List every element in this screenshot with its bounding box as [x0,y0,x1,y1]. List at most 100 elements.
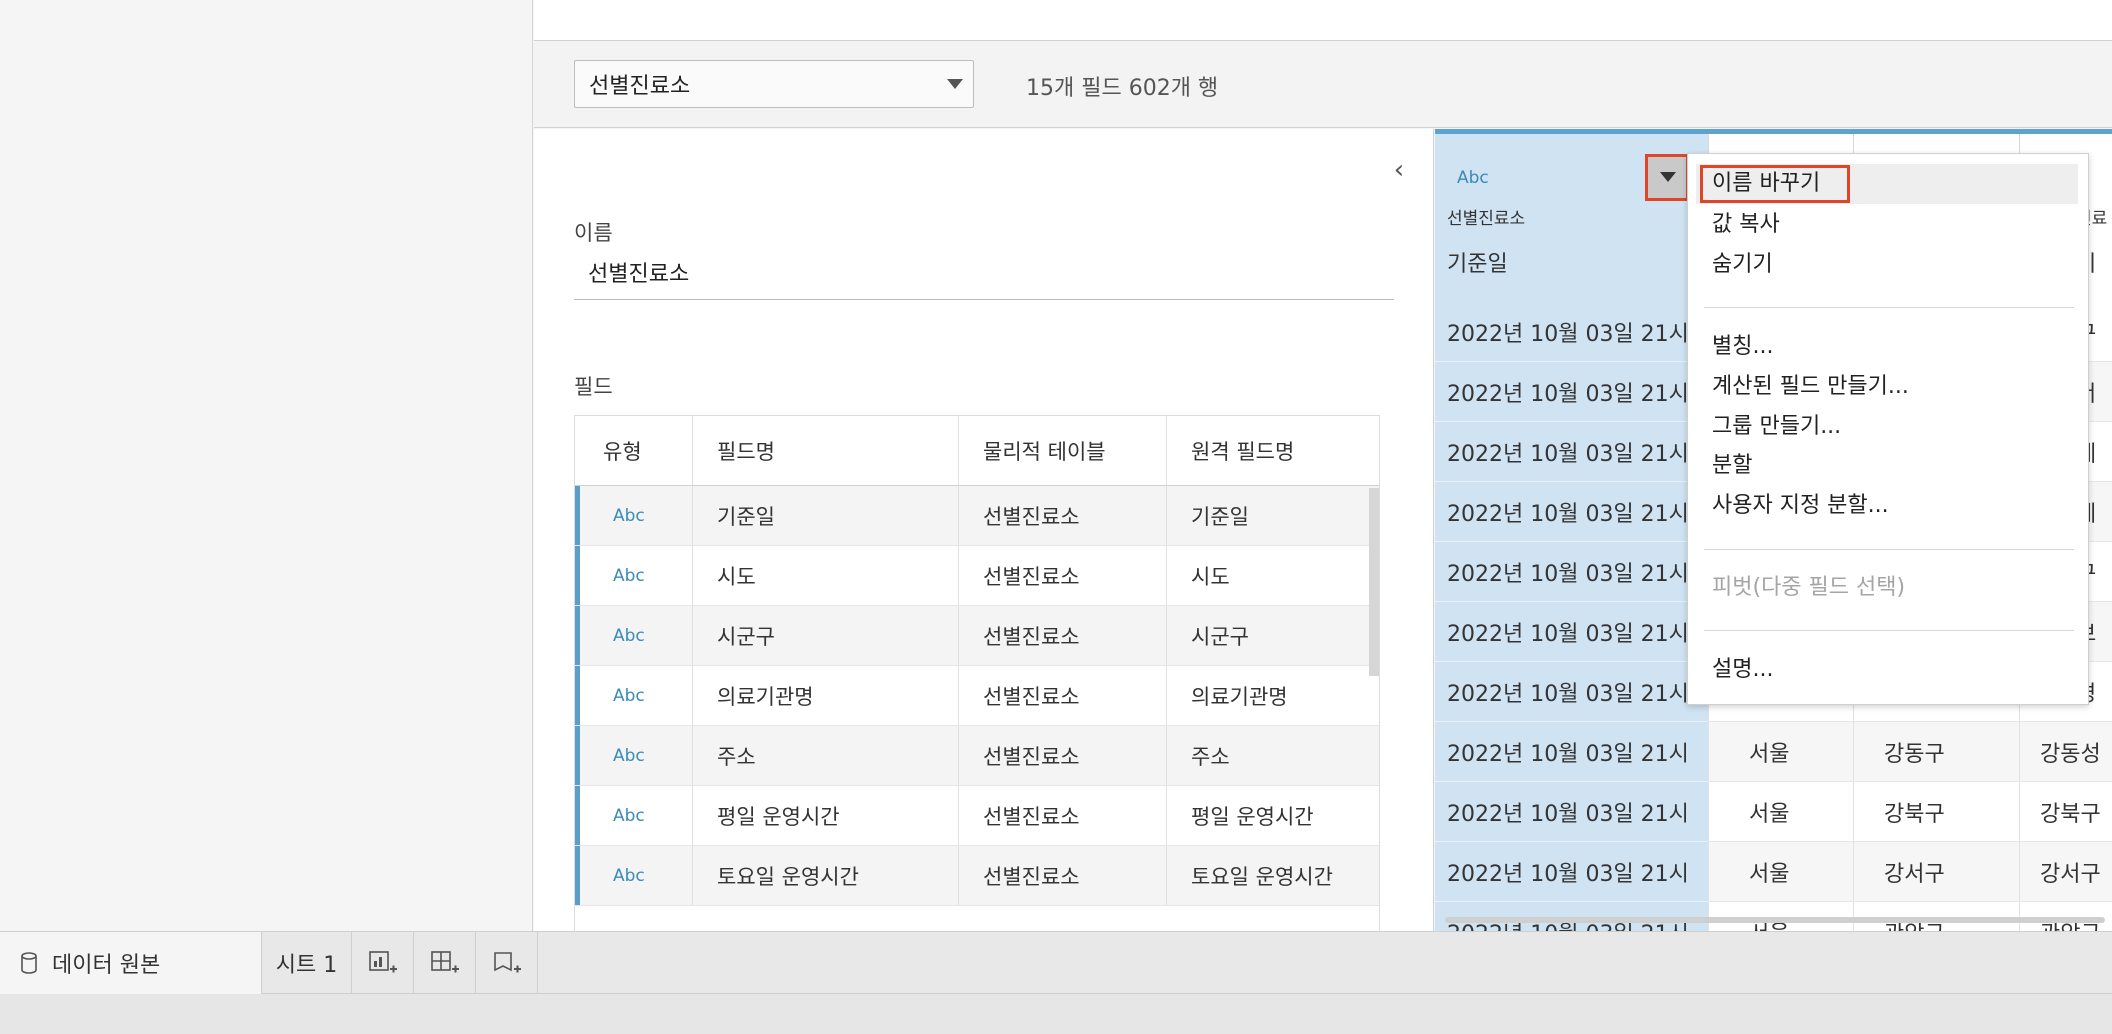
remote-field-cell: 토요일 운영시간 [1191,864,1333,889]
table-row[interactable]: Abc 평일 운영시간 선별진료소 평일 운영시간 [575,786,1379,846]
field-name-cell[interactable]: 기준일 [693,486,959,545]
grid-horizontal-scrollbar[interactable] [1445,917,2105,923]
grid-cell[interactable]: 강북구 [1854,782,2020,842]
field-name-cell[interactable]: 토요일 운영시간 [693,846,959,905]
physical-table-cell: 선별진료소 [959,486,1167,545]
type-cell[interactable]: Abc [575,546,693,605]
grid-cell[interactable]: 2022년 10월 03일 21시 [1435,662,1709,722]
menu-item-describe[interactable]: 설명... [1688,650,2088,690]
new-worksheet-icon [368,951,397,973]
remote-field-cell: 평일 운영시간 [1191,804,1314,829]
grid-cell[interactable]: 2022년 10월 03일 21시 [1435,362,1709,422]
fields-table-scrollbar[interactable] [1369,488,1379,676]
table-row[interactable]: Abc 시도 선별진료소 시도 [575,546,1379,606]
tab-sheet-1[interactable]: 시트 1 [262,932,352,994]
menu-item-copy-values[interactable]: 값 복사 [1688,205,2088,245]
table-row[interactable]: 2022년 10월 03일 21시 서울 강동구 강동성 [1435,722,2112,782]
grid-cell[interactable]: 서울 [1709,842,1854,902]
field-name-cell[interactable]: 주소 [693,726,959,785]
physical-table-cell: 선별진료소 [959,546,1167,605]
field-row-summary: 15개 필드 602개 행 [1026,76,1219,101]
row-indicator [575,606,580,665]
tab-data-source[interactable]: 데이터 원본 [0,932,262,994]
grid-cell[interactable]: 강동성 [2020,722,2112,782]
type-cell[interactable]: Abc [575,606,693,665]
grid-cell[interactable]: 2022년 10월 03일 21시 [1435,602,1709,662]
tab-data-source-label: 데이터 원본 [52,953,161,978]
table-row[interactable]: Abc 시군구 선별진료소 시군구 [575,606,1379,666]
new-story-button[interactable] [476,932,538,994]
column-header-field-name[interactable]: 필드명 [693,416,959,485]
field-name-cell[interactable]: 시군구 [693,606,959,665]
grid-cell[interactable]: 2022년 10월 03일 21시 [1435,842,1709,902]
physical-table-cell: 선별진료소 [959,726,1167,785]
column-header-type[interactable]: 유형 [575,416,693,485]
remote-field-cell: 주소 [1191,744,1230,769]
grid-cell[interactable]: 강서구 [2020,842,2112,902]
table-row[interactable]: Abc 기준일 선별진료소 기준일 [575,486,1379,546]
grid-cell[interactable]: 강동구 [1854,722,2020,782]
grid-cell[interactable]: 강서구 [1854,842,2020,902]
new-dashboard-icon [430,951,459,973]
new-worksheet-button[interactable] [352,932,414,994]
row-indicator [575,486,580,545]
table-row[interactable]: 2022년 10월 03일 21시 서울 강서구 강서구 [1435,842,2112,902]
field-name-cell[interactable]: 평일 운영시간 [693,786,959,845]
physical-table-cell: 선별진료소 [959,606,1167,665]
grid-cell[interactable]: 2022년 10월 03일 21시 [1435,782,1709,842]
chevron-left-icon[interactable]: ‹ [1384,155,1414,185]
type-cell[interactable]: Abc [575,846,693,905]
menu-item-pivot: 피벗(다중 필드 선택) [1712,575,1906,600]
grid-cell[interactable]: 2022년 10월 03일 21시 [1435,482,1709,542]
menu-item-custom-split[interactable]: 사용자 지정 분할... [1688,486,2088,526]
grid-cell[interactable]: 서울 [1709,782,1854,842]
menu-item-aliases[interactable]: 별칭... [1688,327,2088,367]
table-row[interactable]: 2022년 10월 03일 21시 서울 강북구 강북구 [1435,782,2112,842]
type-cell[interactable]: Abc [575,486,693,545]
grid-cell[interactable]: 2022년 10월 03일 21시 [1435,302,1709,362]
table-select-value: 선별진료소 [589,74,691,99]
top-canvas [534,0,2112,41]
physical-table-cell: 선별진료소 [959,846,1167,905]
chevron-down-icon [1660,172,1676,182]
grid-cell[interactable]: 2022년 10월 03일 21시 [1435,422,1709,482]
column-header-physical-table[interactable]: 물리적 테이블 [959,416,1167,485]
menu-separator [1704,307,2074,308]
left-sidebar [0,0,533,931]
remote-field-cell: 의료기관명 [1191,684,1288,709]
table-row[interactable]: Abc 토요일 운영시간 선별진료소 토요일 운영시간 [575,846,1379,906]
new-dashboard-button[interactable] [414,932,476,994]
column-type-label: Abc [1457,168,1489,188]
rename-highlight-outline [1700,165,1850,203]
menu-item-split[interactable]: 분할 [1688,446,2088,486]
grid-cell[interactable]: 2022년 10월 03일 21시 [1435,722,1709,782]
menu-separator [1704,630,2074,631]
remote-field-cell: 시군구 [1191,624,1249,649]
column-name-label: 기준일 [1447,252,1508,277]
grid-cell[interactable]: 서울 [1709,722,1854,782]
type-cell[interactable]: Abc [575,786,693,845]
column-header-remote-field[interactable]: 원격 필드명 [1167,416,1379,485]
table-select-dropdown[interactable]: 선별진료소 [574,60,974,108]
grid-cell[interactable]: 강북구 [2020,782,2112,842]
grid-cell[interactable]: 2022년 10월 03일 21시 [1435,542,1709,602]
table-row[interactable]: Abc 주소 선별진료소 주소 [575,726,1379,786]
table-row[interactable]: Abc 의료기관명 선별진료소 의료기관명 [575,666,1379,726]
column-menu-dropdown-button[interactable] [1645,154,1689,201]
type-cell[interactable]: Abc [575,666,693,725]
menu-item-create-calculated-field[interactable]: 계산된 필드 만들기... [1688,367,2088,407]
row-indicator [575,726,580,785]
status-bar [0,994,2112,1034]
remote-field-cell: 기준일 [1191,504,1249,529]
table-toolbar: 선별진료소 15개 필드 602개 행 [534,42,2112,128]
menu-item-hide[interactable]: 숨기기 [1688,245,2088,285]
metadata-panel: ‹ 이름 선별진료소 필드 유형 필드명 물리적 테이블 원격 필드명 Abc … [534,129,1434,931]
column-source-label: 선별진료소 [1447,209,1526,229]
fields-table: 유형 필드명 물리적 테이블 원격 필드명 Abc 기준일 선별진료소 기준일 … [574,415,1380,931]
field-name-cell[interactable]: 시도 [693,546,959,605]
column-context-menu: 이름 바꾸기 값 복사 숨기기 별칭... 계산된 필드 만들기... 그룹 만… [1687,153,2089,705]
table-name-field[interactable]: 선별진료소 [574,254,1394,300]
menu-item-create-group[interactable]: 그룹 만들기... [1688,407,2088,447]
type-cell[interactable]: Abc [575,726,693,785]
field-name-cell[interactable]: 의료기관명 [693,666,959,725]
